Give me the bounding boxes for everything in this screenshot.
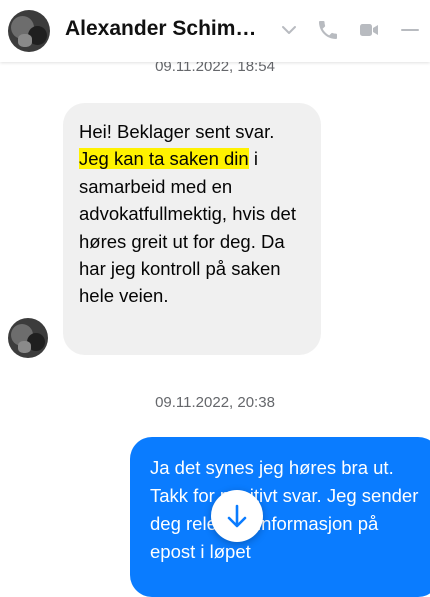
message-timestamp: 09.11.2022, 20:38 — [155, 394, 275, 411]
highlighted-text: Jeg kan ta saken din — [79, 148, 249, 170]
video-icon[interactable] — [357, 18, 381, 42]
arrow-down-icon — [227, 504, 247, 528]
contact-name[interactable]: Alexander Schim… — [65, 17, 275, 41]
message-text-rest: i samarbeid med en advokatfullmektig, hv… — [79, 148, 296, 307]
message-text: Hei! Beklager sent svar. — [79, 121, 275, 142]
chat-header: Alexander Schim… — [0, 0, 430, 62]
outgoing-message: Ja det synes jeg høres bra ut. Takk for … — [130, 437, 430, 597]
contact-avatar[interactable] — [8, 10, 50, 52]
minimize-icon[interactable] — [398, 18, 422, 42]
message-text: Ja det synes jeg høres bra ut. Takk for … — [150, 457, 419, 562]
sender-avatar — [8, 318, 48, 358]
chevron-down-icon[interactable] — [277, 18, 301, 42]
phone-icon[interactable] — [316, 18, 340, 42]
scroll-to-bottom-button[interactable] — [211, 490, 263, 542]
incoming-message: Hei! Beklager sent svar. Jeg kan ta sake… — [63, 103, 321, 355]
